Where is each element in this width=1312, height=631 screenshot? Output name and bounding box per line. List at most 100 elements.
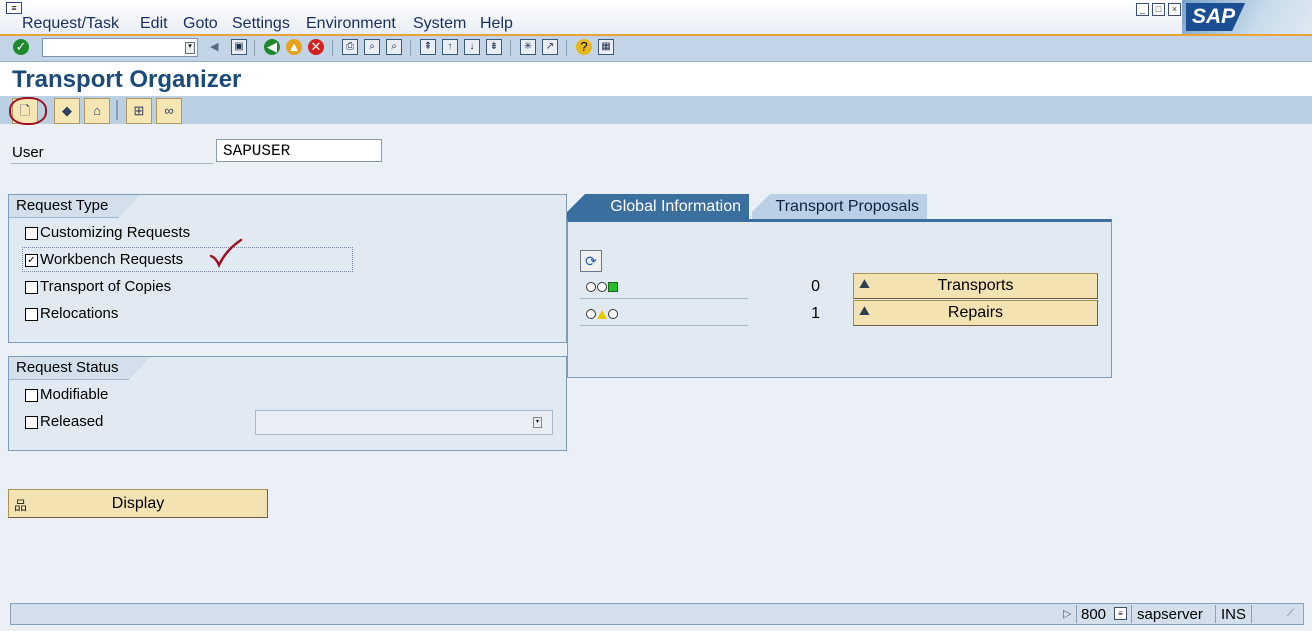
status-separator bbox=[1076, 605, 1077, 623]
menu-bar: ≡ Request/Task Edit Goto Settings Enviro… bbox=[0, 0, 1312, 36]
group-title: Request Status bbox=[9, 357, 151, 380]
close-icon[interactable]: × bbox=[1168, 3, 1181, 16]
tab-transport-proposals[interactable]: Transport Proposals bbox=[752, 194, 927, 219]
command-field[interactable]: ▾ bbox=[42, 38, 198, 57]
refresh-icon: ⟳ bbox=[585, 253, 597, 269]
tools-button[interactable]: ∞ bbox=[156, 98, 182, 124]
global-information-panel: ⟳ 0 ⛰ Transports 1 ⛰ Repairs bbox=[567, 219, 1112, 378]
shortcut-icon[interactable]: ↗ bbox=[542, 39, 558, 55]
prev-page-icon[interactable]: ↑ bbox=[442, 39, 458, 55]
menu-help[interactable]: Help bbox=[480, 15, 513, 33]
toolbar-separator bbox=[116, 100, 118, 120]
title-area: Transport Organizer bbox=[0, 62, 1312, 96]
toolbar-separator bbox=[566, 40, 567, 56]
command-dropdown-icon[interactable]: ▾ bbox=[185, 42, 195, 54]
released-date-field[interactable] bbox=[255, 410, 553, 435]
first-page-icon[interactable]: ⇞ bbox=[420, 39, 436, 55]
maximize-icon[interactable]: □ bbox=[1152, 3, 1165, 16]
toolbar-separator bbox=[332, 40, 333, 56]
resize-grip-icon[interactable]: ⟋ bbox=[1287, 608, 1294, 619]
transports-count: 0 bbox=[811, 278, 820, 295]
transport-copies-label: Transport of Copies bbox=[40, 278, 172, 295]
standard-toolbar: ✓ ▾ ◀ ▣ ◀ ▲ ✕ ⎙ ⌕ ⌕ ⇞ ↑ ↓ ⇟ ✳ ↗ ? ▦ bbox=[0, 36, 1312, 62]
session-info-icon[interactable]: ≡ bbox=[1114, 607, 1127, 620]
modifiable-checkbox[interactable] bbox=[25, 389, 38, 402]
display-change-button[interactable]: ◆ bbox=[54, 98, 80, 124]
toolbar-separator bbox=[510, 40, 511, 56]
enter-icon[interactable]: ✓ bbox=[13, 39, 29, 55]
workbench-checkbox[interactable]: ✓ bbox=[25, 254, 38, 267]
toolbar-separator bbox=[254, 40, 255, 56]
menu-settings[interactable]: Settings bbox=[232, 15, 290, 33]
server-name: sapserver bbox=[1137, 606, 1203, 623]
relocations-checkbox[interactable] bbox=[25, 308, 38, 321]
system-menu-icon[interactable]: ≡ bbox=[6, 2, 22, 14]
hierarchy-button[interactable]: ⊞ bbox=[126, 98, 152, 124]
divider bbox=[580, 325, 748, 326]
cancel-icon[interactable]: ✕ bbox=[308, 39, 324, 55]
sap-logo-text: SAP bbox=[1186, 3, 1246, 31]
divider bbox=[580, 298, 748, 299]
released-label: Released bbox=[40, 413, 104, 430]
exit-icon[interactable]: ▲ bbox=[286, 39, 302, 55]
next-page-icon[interactable]: ↓ bbox=[464, 39, 480, 55]
client-number: 800 bbox=[1081, 606, 1107, 623]
relocations-label: Relocations bbox=[40, 305, 119, 322]
customizing-checkbox[interactable] bbox=[25, 227, 38, 240]
collapse-icon[interactable]: ◀ bbox=[210, 40, 218, 53]
transport-copies-checkbox[interactable] bbox=[25, 281, 38, 294]
dropdown-icon[interactable]: ▾ bbox=[533, 417, 542, 428]
modifiable-label: Modifiable bbox=[40, 386, 109, 403]
status-separator bbox=[1251, 605, 1252, 623]
status-bar: ▷ 800 ≡ sapserver INS ⟋ bbox=[10, 603, 1304, 625]
minimize-icon[interactable]: _ bbox=[1136, 3, 1149, 16]
user-field[interactable]: SAPUSER bbox=[216, 139, 382, 162]
display-button[interactable]: 品 Display bbox=[8, 489, 268, 518]
sap-logo: SAP bbox=[1182, 0, 1312, 34]
customizing-label: Customizing Requests bbox=[40, 224, 191, 241]
menu-request-task[interactable]: Request/Task bbox=[22, 15, 119, 33]
user-label: User bbox=[12, 144, 44, 161]
repairs-button[interactable]: ⛰ Repairs bbox=[853, 300, 1098, 326]
requests-icon: ⌂ bbox=[93, 103, 101, 118]
status-separator bbox=[1131, 605, 1132, 623]
requests-button[interactable]: ⌂ bbox=[84, 98, 110, 124]
request-type-group: Request Type Customizing Requests ✓ Work… bbox=[8, 194, 567, 343]
new-session-icon[interactable]: ✳ bbox=[520, 39, 536, 55]
workbench-label: Workbench Requests bbox=[40, 251, 184, 268]
divider bbox=[10, 163, 214, 164]
tools-icon: ∞ bbox=[164, 103, 174, 118]
display-button-label: Display bbox=[111, 495, 165, 512]
request-status-group: Request Status Modifiable Released ▾ bbox=[8, 356, 567, 451]
transports-button-label: Transports bbox=[937, 277, 1014, 294]
toolbar-separator bbox=[410, 40, 411, 56]
help-icon[interactable]: ? bbox=[576, 39, 592, 55]
tab-global-information[interactable]: Global Information bbox=[567, 194, 749, 219]
traffic-light-green-icon bbox=[586, 282, 618, 293]
hierarchy-icon: ⊞ bbox=[133, 103, 145, 118]
menu-edit[interactable]: Edit bbox=[140, 15, 168, 33]
insert-mode: INS bbox=[1221, 606, 1247, 623]
expand-status-icon[interactable]: ▷ bbox=[1063, 607, 1071, 620]
annotation-checkmark bbox=[209, 238, 243, 268]
menu-goto[interactable]: Goto bbox=[183, 15, 218, 33]
menu-environment[interactable]: Environment bbox=[306, 15, 396, 33]
print-icon[interactable]: ⎙ bbox=[342, 39, 358, 55]
find-next-icon[interactable]: ⌕ bbox=[386, 39, 402, 55]
menu-system[interactable]: System bbox=[413, 15, 466, 33]
back-icon[interactable]: ◀ bbox=[264, 39, 280, 55]
refresh-button[interactable]: ⟳ bbox=[580, 250, 602, 272]
transports-button[interactable]: ⛰ Transports bbox=[853, 273, 1098, 299]
display-change-icon: ◆ bbox=[62, 103, 72, 118]
released-checkbox[interactable] bbox=[25, 416, 38, 429]
application-toolbar: 🗋 ◆ ⌂ ⊞ ∞ bbox=[0, 96, 1312, 124]
save-icon[interactable]: ▣ bbox=[231, 39, 247, 55]
find-icon[interactable]: ⌕ bbox=[364, 39, 380, 55]
layout-icon[interactable]: ▦ bbox=[598, 39, 614, 55]
repairs-button-label: Repairs bbox=[947, 304, 1004, 321]
page-title: Transport Organizer bbox=[12, 66, 242, 93]
group-title: Request Type bbox=[9, 195, 140, 218]
last-page-icon[interactable]: ⇟ bbox=[486, 39, 502, 55]
repairs-count: 1 bbox=[811, 305, 820, 322]
annotation-circle bbox=[9, 97, 47, 125]
